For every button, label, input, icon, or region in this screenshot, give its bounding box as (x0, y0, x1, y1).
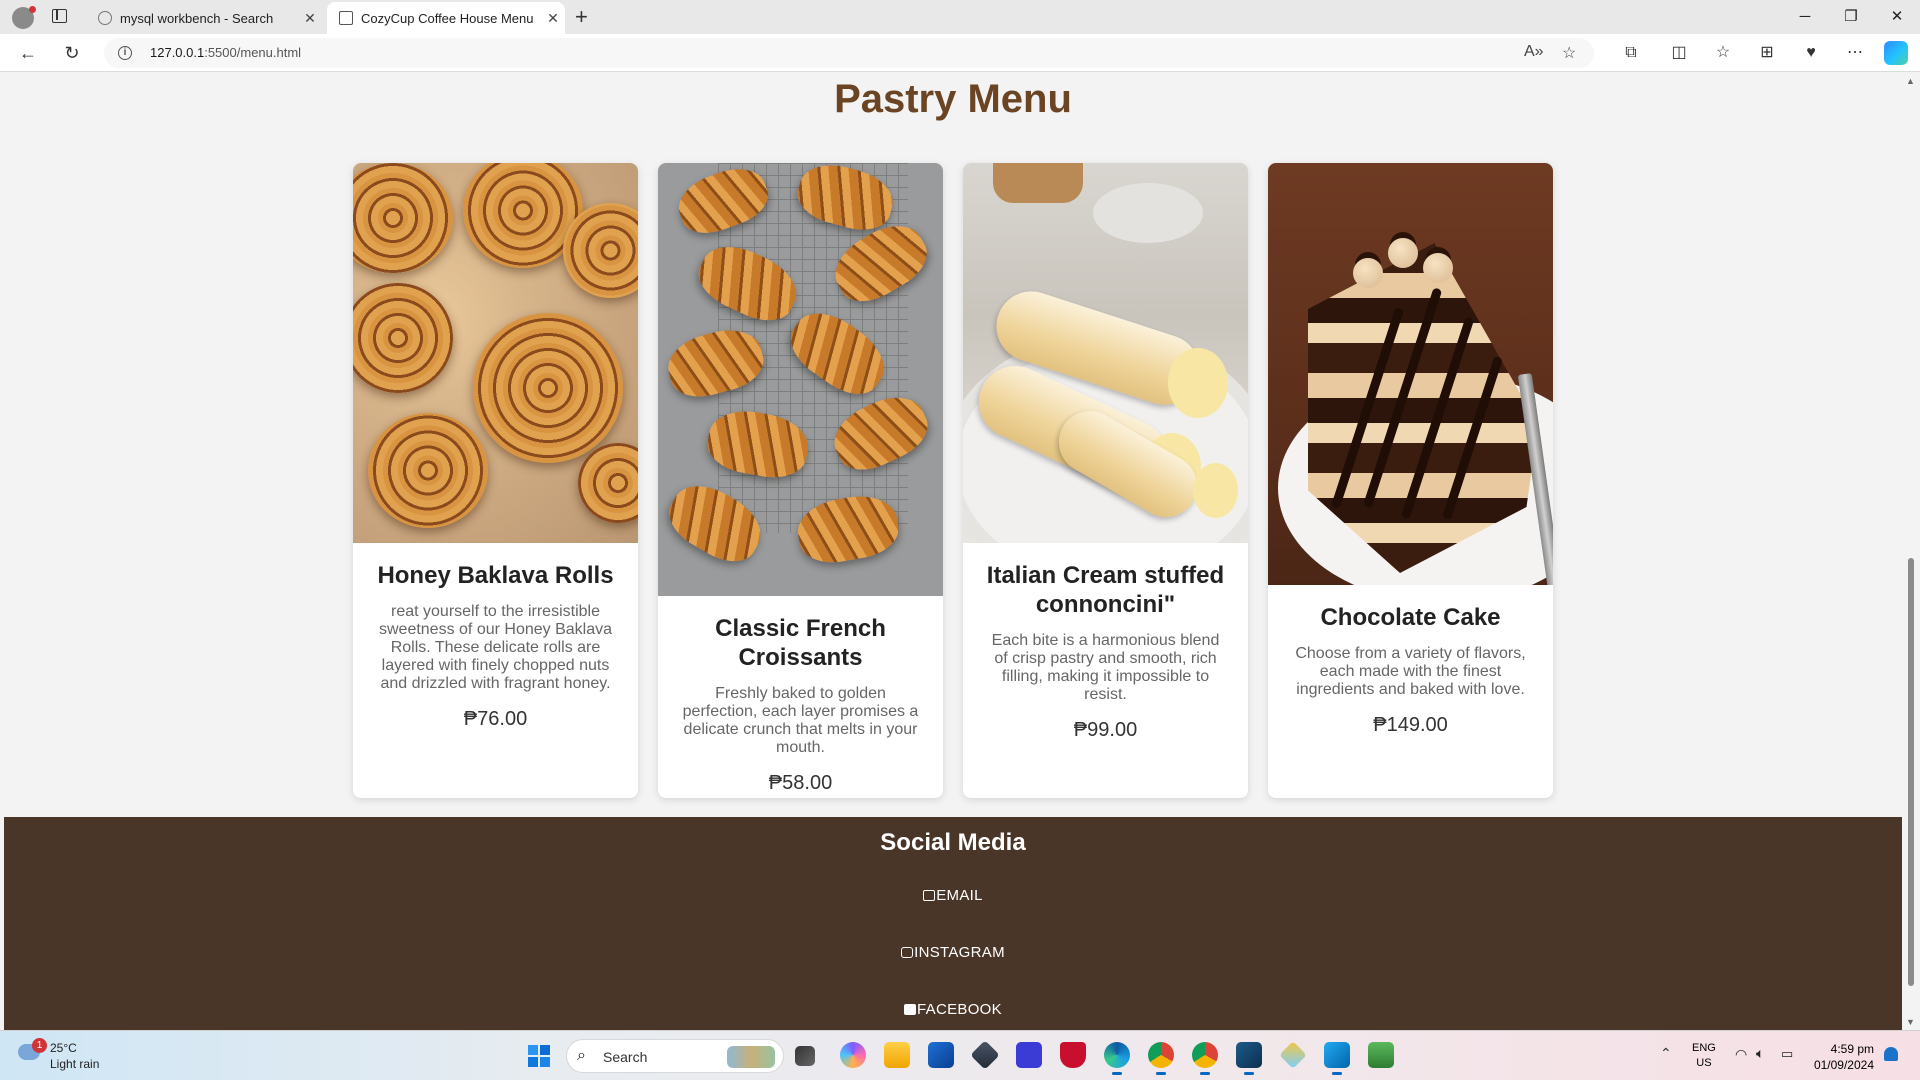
close-tab-icon[interactable]: ✕ (298, 10, 322, 27)
scroll-up-icon[interactable]: ▲ (1906, 76, 1915, 86)
new-tab-icon[interactable]: + (575, 4, 588, 30)
chrome-icon[interactable] (1148, 1042, 1174, 1075)
scroll-down-icon[interactable]: ▼ (1906, 1017, 1915, 1027)
app-icon-dark[interactable] (970, 1040, 1000, 1070)
croissants-photo (658, 163, 943, 596)
facebook-link[interactable]: FACEBOOK (4, 1001, 1902, 1018)
copilot-app-icon[interactable] (840, 1042, 866, 1068)
show-hidden-icons-icon[interactable]: ⌃ (1660, 1045, 1672, 1062)
notification-bell-icon[interactable] (1884, 1047, 1898, 1061)
chrome-profile-icon[interactable] (1192, 1042, 1218, 1075)
browser-essentials-icon[interactable]: ♥ (1800, 42, 1822, 64)
item-price: ₱149.00 (1373, 714, 1448, 736)
app-icon-diamond[interactable] (1279, 1041, 1307, 1069)
minimize-icon[interactable]: ─ (1782, 0, 1828, 34)
edge-browser-icon[interactable] (1104, 1042, 1130, 1075)
volume-icon[interactable]: 🔈︎ (1756, 1045, 1764, 1062)
page-viewport: Pastry Menu Honey Baklava Rolls reat you… (0, 73, 1920, 1030)
page-title: Pastry Menu (834, 77, 1072, 121)
tab-mysql-search[interactable]: mysql workbench - Search ✕ (86, 2, 322, 34)
chocolate-cake-photo (1268, 163, 1553, 585)
menu-card-croissants: Classic French Croissants Freshly baked … (658, 163, 943, 798)
favorite-star-icon[interactable]: ☆ (1562, 43, 1576, 63)
window-close-icon[interactable]: ✕ (1874, 0, 1920, 34)
item-name: Italian Cream stuffed connoncini" (986, 562, 1225, 618)
menu-card-chocolate-cake: Chocolate Cake Choose from a variety of … (1268, 163, 1553, 798)
weather-badge: 1 (32, 1038, 47, 1053)
instagram-icon (901, 947, 914, 958)
address-bar[interactable]: i 127.0.0.1:5500/menu.html A» ☆ (104, 38, 1594, 68)
tab-title: mysql workbench - Search (120, 10, 274, 26)
restore-icon[interactable]: ❐ (1828, 0, 1874, 34)
microsoft-store-icon[interactable] (928, 1042, 954, 1068)
item-description: Choose from a variety of flavors, each m… (1295, 645, 1526, 698)
page-favicon-icon (339, 11, 353, 25)
item-description: Each bite is a harmonious blend of crisp… (991, 632, 1220, 703)
url-text[interactable]: 127.0.0.1:5500/menu.html (150, 45, 301, 60)
visual-app-icon[interactable] (1016, 1042, 1042, 1068)
windows-start-icon[interactable] (528, 1045, 550, 1067)
item-name: Chocolate Cake (1320, 604, 1501, 631)
menu-card-cannoli: Italian Cream stuffed connoncini" Each b… (963, 163, 1248, 798)
refresh-icon[interactable]: ↻ (58, 40, 86, 66)
profile-avatar-icon[interactable] (12, 6, 36, 29)
mysql-workbench-icon[interactable] (1236, 1042, 1262, 1075)
battery-icon[interactable]: ▭ (1781, 1046, 1793, 1062)
item-description: reat yourself to the irresistible sweetn… (378, 603, 612, 692)
menu-card-baklava: Honey Baklava Rolls reat yourself to the… (353, 163, 638, 798)
item-price: ₱76.00 (463, 708, 528, 730)
task-view-icon[interactable] (795, 1046, 815, 1066)
collections-icon[interactable]: ⊞ (1756, 42, 1778, 64)
input-language[interactable]: ENG US (1692, 1041, 1716, 1071)
temperature: 25°C (50, 1041, 77, 1055)
tab-title: CozyCup Coffee House Menu (361, 10, 534, 26)
tab-actions-icon[interactable] (52, 9, 67, 23)
browser-tab-strip: mysql workbench - Search ✕ CozyCup Coffe… (0, 0, 1920, 34)
scroll-thumb[interactable] (1908, 558, 1914, 986)
more-options-icon[interactable]: ⋯ (1844, 42, 1866, 64)
taskbar-search[interactable]: ⌕ Search (566, 1039, 784, 1073)
weather-condition: Light rain (50, 1057, 100, 1071)
search-highlight-image (727, 1046, 775, 1068)
cannoli-photo (963, 163, 1248, 543)
read-aloud-icon[interactable]: A» (1524, 43, 1544, 61)
item-price: ₱99.00 (1073, 719, 1138, 741)
vscode-icon[interactable] (1324, 1042, 1350, 1075)
item-name: Classic French Croissants (715, 615, 886, 671)
site-footer: Social Media EMAIL INSTAGRAM FACEBOOK (4, 817, 1902, 1030)
item-description: Freshly baked to golden perfection, each… (682, 685, 919, 756)
notepad-app-icon[interactable] (1368, 1042, 1394, 1068)
site-info-icon[interactable]: i (118, 46, 132, 60)
facebook-icon (904, 1004, 917, 1015)
baklava-rolls-photo (353, 163, 638, 543)
split-screen-icon[interactable]: ◫ (1668, 42, 1690, 64)
item-price: ₱58.00 (768, 772, 833, 794)
tab-cozycup-menu[interactable]: CozyCup Coffee House Menu ✕ (327, 2, 565, 34)
wifi-icon[interactable]: ◠ (1735, 1046, 1747, 1063)
file-explorer-icon[interactable] (884, 1042, 910, 1068)
copilot-icon[interactable] (1884, 41, 1908, 65)
search-icon: ⌕ (577, 1047, 586, 1064)
system-clock[interactable]: 4:59 pm 01/09/2024 (1812, 1041, 1874, 1073)
instagram-link[interactable]: INSTAGRAM (4, 944, 1902, 961)
back-icon[interactable]: ← (14, 40, 42, 66)
favorites-icon[interactable]: ☆ (1712, 42, 1734, 64)
search-favicon-icon (98, 11, 112, 25)
email-link[interactable]: EMAIL (4, 887, 1902, 904)
page-scrollbar[interactable]: ▲ ▼ (1902, 73, 1920, 1030)
address-toolbar: ← ↻ i 127.0.0.1:5500/menu.html A» ☆ ⧉ ◫ … (0, 34, 1920, 72)
mcafee-icon[interactable] (1060, 1042, 1086, 1068)
footer-heading: Social Media (880, 829, 1026, 856)
clock-time: 4:59 pm (1830, 1042, 1874, 1056)
envelope-icon (923, 890, 936, 901)
close-tab-icon[interactable]: ✕ (541, 10, 565, 27)
windows-taskbar: 1 25°C Light rain ⌕ Search ⌃ ENG US ◠ 🔈︎… (0, 1030, 1920, 1080)
clock-date: 01/09/2024 (1813, 1058, 1874, 1072)
search-placeholder: Search (603, 1049, 648, 1065)
extensions-icon[interactable]: ⧉ (1620, 42, 1642, 64)
item-name: Honey Baklava Rolls (377, 562, 614, 589)
